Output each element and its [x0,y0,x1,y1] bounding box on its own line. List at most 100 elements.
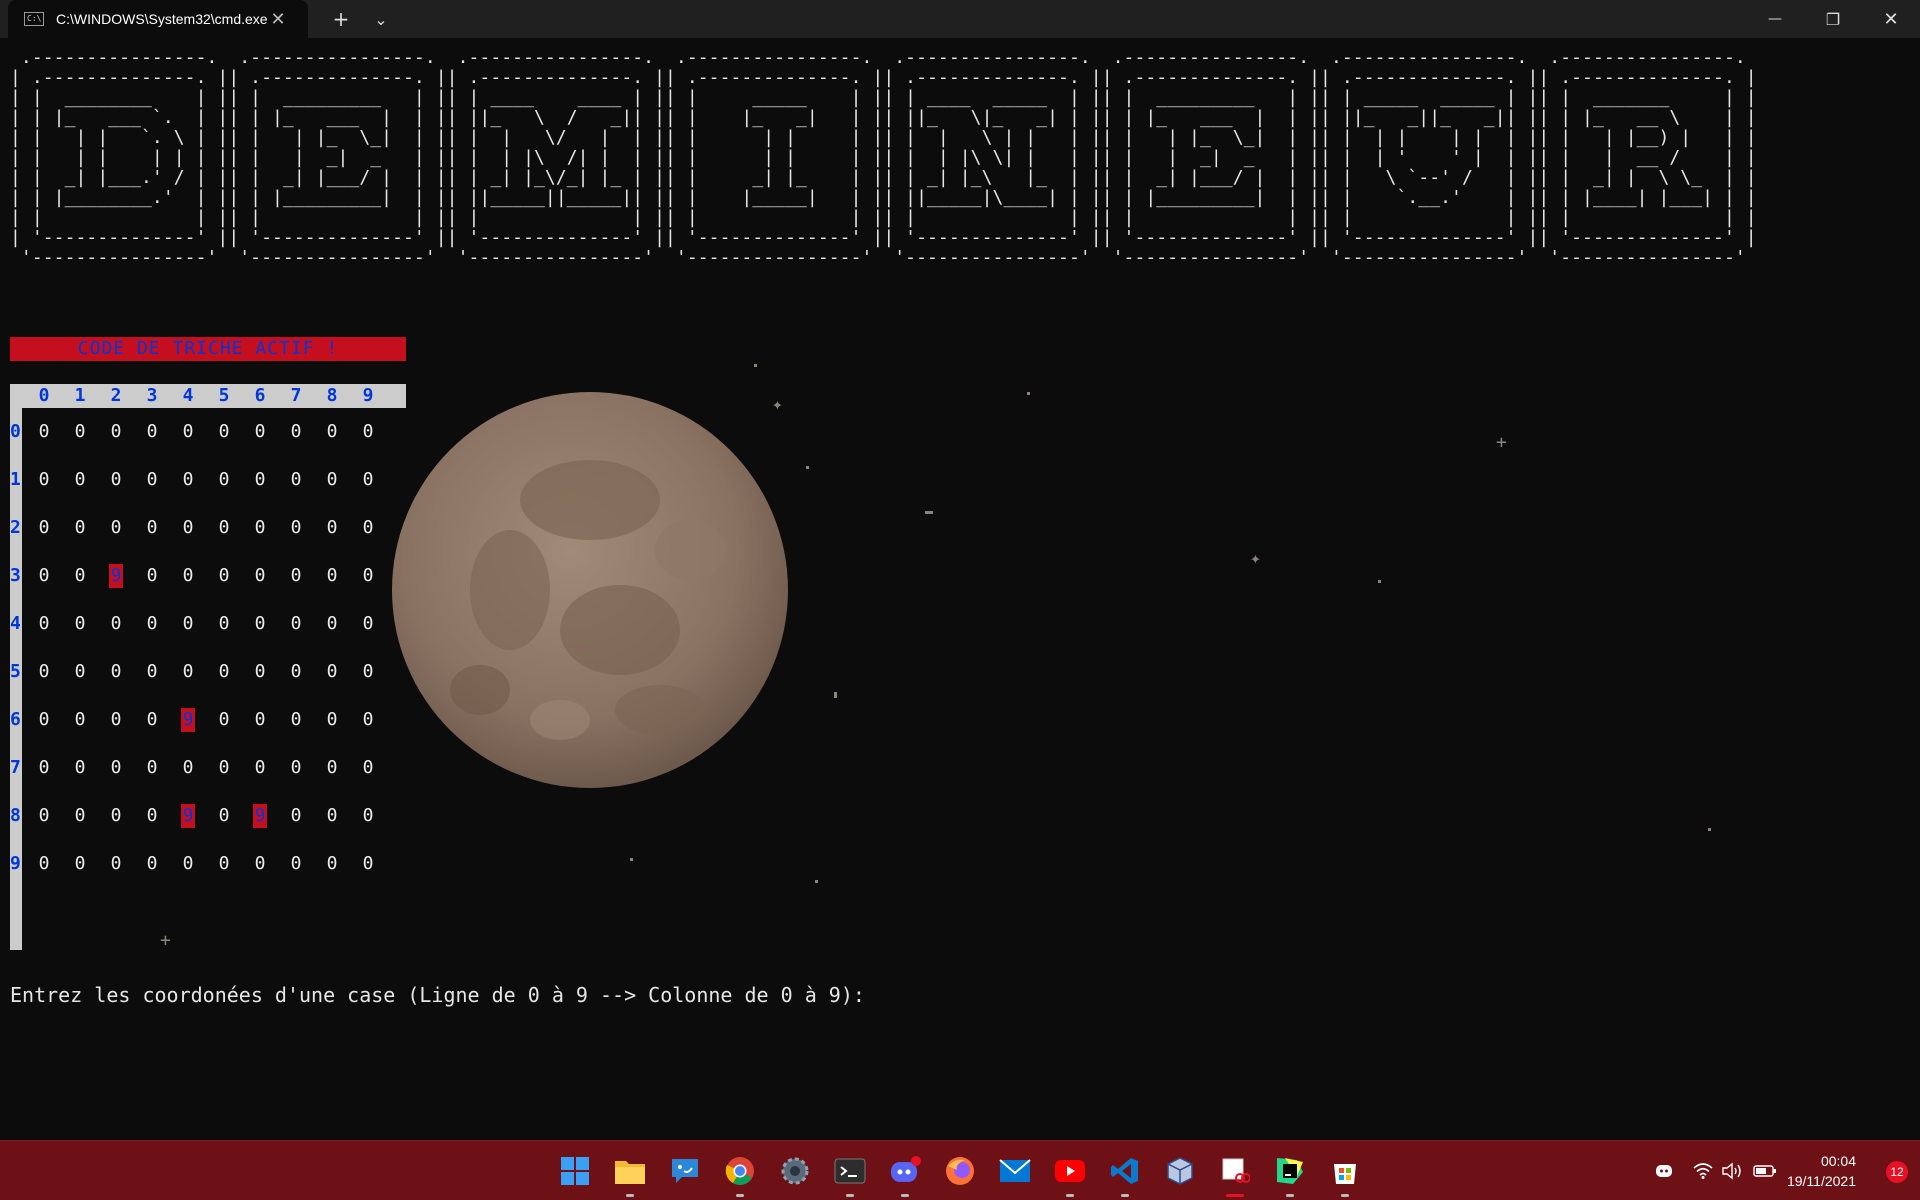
star [815,880,818,883]
volume-icon[interactable] [1721,1162,1743,1180]
board-cell: 0 [290,805,302,826]
chrome-icon[interactable] [722,1153,758,1189]
board-cell: 0 [74,613,86,634]
minimize-button[interactable]: — [1752,0,1798,38]
battery-icon[interactable] [1753,1163,1777,1179]
discord-tray-icon[interactable] [1654,1161,1674,1181]
board-cell: 0 [362,421,374,442]
board-cell: 0 [74,853,86,874]
board-cell: 0 [362,757,374,778]
mail-icon[interactable] [997,1153,1033,1189]
board-cell: 0 [146,661,158,682]
clock-date: 19/11/2021 [1786,1173,1856,1189]
tab-cmd[interactable]: C:\ C:\WINDOWS\System32\cmd.exe ✕ [8,0,308,38]
board-cell: 0 [38,661,50,682]
column-label: 8 [326,385,338,406]
board-cell: 0 [38,853,50,874]
board-cell: 0 [146,469,158,490]
board-cell: 0 [326,805,338,826]
board-cell: 0 [362,709,374,730]
column-label: 0 [38,385,50,406]
board-cell: 0 [218,469,230,490]
ascii-title-banner: .----------------. .----------------. .-… [10,47,1757,268]
row-label: 1 [10,469,21,490]
row-label: 0 [10,421,21,442]
board-cell: 0 [182,661,194,682]
terminal-area[interactable]: .----------------. .----------------. .-… [0,38,1920,1140]
board-cell: 0 [146,709,158,730]
row-label: 8 [10,805,21,826]
store-icon[interactable] [1327,1153,1363,1189]
mine-cell: 9 [181,708,195,732]
board-cell: 0 [218,661,230,682]
star: + [160,930,171,951]
board-cell: 0 [362,565,374,586]
board-cell: 0 [254,565,266,586]
star [754,364,757,367]
column-label: 4 [182,385,194,406]
board-cell: 0 [218,421,230,442]
firefox-icon[interactable] [942,1153,978,1189]
board-cell: 0 [182,757,194,778]
wifi-icon[interactable] [1693,1162,1713,1180]
board-cell: 0 [326,565,338,586]
vscode-icon[interactable] [1107,1153,1143,1189]
board-cell: 0 [218,757,230,778]
board-cell: 0 [254,421,266,442]
running-indicator [1226,1194,1244,1197]
youtube-icon[interactable] [1052,1153,1088,1189]
notification-badge[interactable]: 12 [1886,1161,1908,1183]
board-cell: 0 [182,565,194,586]
board-cell: 0 [362,469,374,490]
board-cell: 0 [182,613,194,634]
running-indicator [901,1194,909,1197]
mine-cell: 9 [181,804,195,828]
board-cell: 0 [146,613,158,634]
running-indicator [1066,1194,1074,1197]
board-cell: 0 [74,661,86,682]
board-cell: 0 [110,853,122,874]
board-cell: 0 [254,661,266,682]
star [1378,580,1381,583]
file-explorer-icon[interactable] [612,1153,648,1189]
board-cell: 0 [218,805,230,826]
pycharm-icon[interactable] [1272,1153,1308,1189]
board-cell: 0 [182,517,194,538]
board-cell: 0 [182,853,194,874]
clock-time: 00:04 [1820,1153,1856,1169]
row-label: 3 [10,565,21,586]
board-cell: 0 [74,517,86,538]
running-indicator [1341,1194,1349,1197]
board-cell: 0 [218,517,230,538]
board-cell: 0 [146,805,158,826]
board-cell: 0 [218,709,230,730]
board-cell: 0 [74,805,86,826]
discord-icon[interactable] [887,1153,923,1189]
board-cell: 0 [146,757,158,778]
virtualbox-icon[interactable] [1162,1153,1198,1189]
clock[interactable]: 00:04 19/11/2021 [1787,1151,1856,1191]
row-label: 6 [10,709,21,730]
board-cell: 0 [218,613,230,634]
column-label: 1 [74,385,86,406]
restore-button[interactable]: ❐ [1810,0,1856,38]
star: + [1496,432,1507,453]
start-icon[interactable] [557,1153,593,1189]
tab-close-icon[interactable]: ✕ [268,9,288,30]
board-cell: 0 [38,421,50,442]
cmd-icon: C:\ [24,12,44,26]
terminal-icon[interactable] [832,1153,868,1189]
tab-dropdown-button[interactable]: ⌄ [358,0,404,38]
feedback-hub-icon[interactable] [667,1153,703,1189]
snipping-tool-icon[interactable] [1217,1153,1253,1189]
board-cell: 0 [110,709,122,730]
board-cell: 0 [110,469,122,490]
board-cell: 0 [254,853,266,874]
running-indicator [846,1194,854,1197]
board-cell: 0 [38,613,50,634]
window-close-button[interactable]: ✕ [1868,0,1914,38]
settings-icon[interactable] [777,1153,813,1189]
board-cell: 0 [254,613,266,634]
column-label: 9 [362,385,374,406]
board-cell: 0 [74,757,86,778]
